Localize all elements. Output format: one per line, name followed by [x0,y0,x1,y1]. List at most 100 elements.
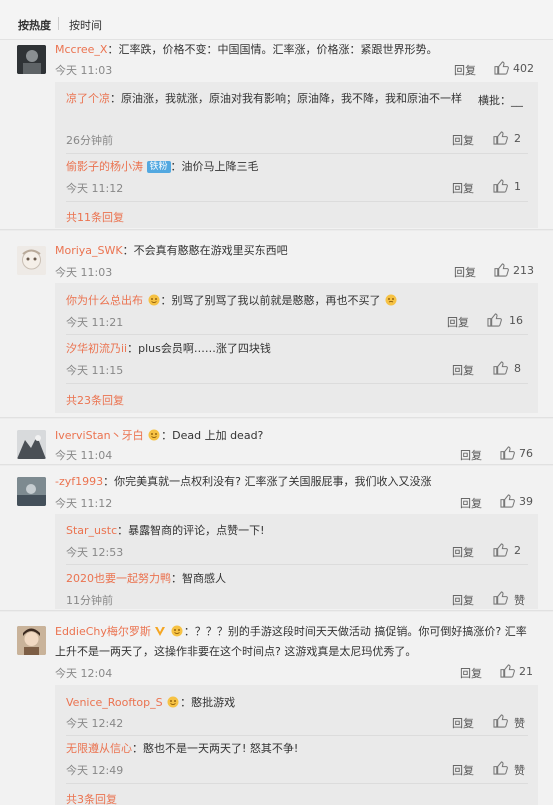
reply-text: ：plus会员啊……涨了四块钱 [127,342,271,355]
like-count: 16 [509,314,523,327]
divider [66,153,528,154]
reply-button[interactable]: 回复 [460,447,482,463]
reply-button[interactable]: 回复 [452,180,474,196]
username-link[interactable]: IverviStan丶牙白 [55,429,144,442]
more-replies-link[interactable]: 共23条回复 [66,392,124,408]
reply-button[interactable]: 回复 [452,132,474,148]
avatar-image [17,45,46,74]
comment-body: -zyf1993：你完美真就一点权利没有? 汇率涨了关国服屁事，我们收入又没涨 [55,475,431,489]
reply-body: 汐华初流乃ii：plus会员啊……涨了四块钱 [66,342,271,356]
username-link[interactable]: Mccree_X [55,43,107,56]
comment-text: ：不会真有憨憨在游戏里买东西吧 [122,244,288,257]
reply-list: Venice_Rooftop_S ：憨批游戏 今天 12:42 回复 赞 无限遵… [55,685,538,805]
reply-time: 11分钟前 [66,594,113,607]
avatar[interactable] [17,430,46,459]
more-replies-link[interactable]: 共11条回复 [66,209,124,225]
reply-body: 凉了个凉：原油涨，我就涨，原油对我有影响；原油降，我不降，我和原油不一样 [66,92,462,106]
username-link[interactable]: 无限遵从信心 [66,742,132,755]
thumb-up-icon[interactable] [494,61,509,75]
reply-text: ：油价马上降三毛 [170,160,259,173]
emoji-icon [171,625,183,637]
reply-time: 今天 12:53 [66,546,124,559]
avatar[interactable] [17,477,46,506]
thumb-up-icon[interactable] [500,664,515,678]
sort-by-time-tab[interactable]: 按时间 [69,17,102,33]
username-link[interactable]: 汐华初流乃ii [66,342,127,355]
avatar[interactable] [17,45,46,74]
avatar[interactable] [17,246,46,275]
reply-button[interactable]: 回复 [452,762,474,778]
reply-time: 今天 12:49 [66,764,124,777]
thumb-up-icon[interactable] [493,761,508,775]
username-link[interactable]: -zyf1993 [55,475,103,488]
like-count: 1 [514,180,521,193]
reply-button[interactable]: 回复 [454,62,476,78]
comment-time: 今天 11:03 [55,64,113,77]
reply-button[interactable]: 回复 [452,544,474,560]
comment-text: ：Dead 上加 dead? [161,429,264,442]
reply-text: ：原油涨，我就涨，原油对我有影响；原油降，我不降，我和原油不一样 [110,92,462,105]
reply-button[interactable]: 回复 [460,665,482,681]
reply-time: 今天 11:15 [66,364,124,377]
username-link[interactable]: EddieChy梅尔罗斯 [55,625,151,638]
sort-by-hot-tab[interactable]: 按热度 [18,17,51,33]
like-count: 赞 [514,764,525,777]
thumb-up-icon[interactable] [493,714,508,728]
reply-button[interactable]: 回复 [447,314,469,330]
divider [66,735,528,736]
reply-text: ：智商感人 [171,572,226,585]
divider [66,201,528,202]
more-replies-link[interactable]: 共3条回复 [66,791,117,805]
reply-list: Star_ustc：暴露智商的评论，点赞一下! 今天 12:53 回复 2 20… [55,514,538,609]
thumb-up-icon[interactable] [493,543,508,557]
thumb-up-icon[interactable] [493,179,508,193]
like-count: 8 [514,362,521,375]
thumb-up-icon[interactable] [500,494,515,508]
reply-button[interactable]: 回复 [460,495,482,511]
reply-button[interactable]: 回复 [452,362,474,378]
thumb-up-icon[interactable] [493,591,508,605]
username-link[interactable]: Venice_Rooftop_S [66,696,163,709]
username-link[interactable]: 偷影子的杨小涛 [66,160,143,173]
avatar-image [17,246,46,275]
reply-body: 偷影子的杨小涛 铁粉 ：油价马上降三毛 [66,160,259,174]
comment-text: ：？？？别的手游这段时间天天做活动 搞促销。你可倒好搞涨价? 汇率 [183,625,527,638]
like-count: 赞 [514,717,525,730]
divider [66,383,528,384]
reply-list: 凉了个凉：原油涨，我就涨，原油对我有影响；原油降，我不降，我和原油不一样 横批：… [55,82,538,228]
divider [66,334,528,335]
reply-body: 2020也要一起努力鸭：智商感人 [66,572,226,586]
emoji-icon [148,429,160,441]
reply-body: 你为什么总出布 ：别骂了别骂了我以前就是憨憨，再也不买了 [66,293,398,308]
reply-button[interactable]: 回复 [454,264,476,280]
thumb-up-icon[interactable] [487,313,502,327]
like-count: 2 [514,132,521,145]
avatar-image [17,477,46,506]
reply-button[interactable]: 回复 [452,715,474,731]
reply-button[interactable]: 回复 [452,592,474,608]
username-link[interactable]: 凉了个凉 [66,92,110,105]
avatar[interactable] [17,626,46,655]
username-link[interactable]: 你为什么总出布 [66,294,143,307]
comment-item: Mccree_X：汇率跌，价格不变：中国国情。汇率涨，价格涨：紧跟世界形势。 今… [0,40,553,230]
like-count: 76 [519,447,533,460]
sort-divider [58,17,59,30]
divider [66,564,528,565]
reply-time: 26分钟前 [66,134,113,147]
thumb-up-icon[interactable] [494,263,509,277]
comment-body: Mccree_X：汇率跌，价格不变：中国国情。汇率涨，价格涨：紧跟世界形势。 [55,43,437,57]
comment-time: 今天 11:12 [55,497,113,510]
vip-v-icon [155,627,166,636]
thumb-up-icon[interactable] [493,361,508,375]
comment-item: Moriya_SWK：不会真有憨憨在游戏里买东西吧 今天 11:03 回复 21… [0,231,553,418]
username-link[interactable]: Moriya_SWK [55,244,123,257]
reply-time: 今天 11:21 [66,316,124,329]
like-count: 赞 [514,594,525,607]
thumb-up-icon[interactable] [500,446,515,460]
emoji-icon [148,294,159,306]
comment-text-continued: 上升不是一两天了，这操作非要在这个时间点? 这游戏真是太尼玛优秀了。 [55,645,417,658]
comment-body: EddieChy梅尔罗斯 ：？？？别的手游这段时间天天做活动 搞促销。你可倒好搞… [55,624,527,639]
username-link[interactable]: 2020也要一起努力鸭 [66,572,171,585]
thumb-up-icon[interactable] [493,131,508,145]
username-link[interactable]: Star_ustc [66,524,117,537]
